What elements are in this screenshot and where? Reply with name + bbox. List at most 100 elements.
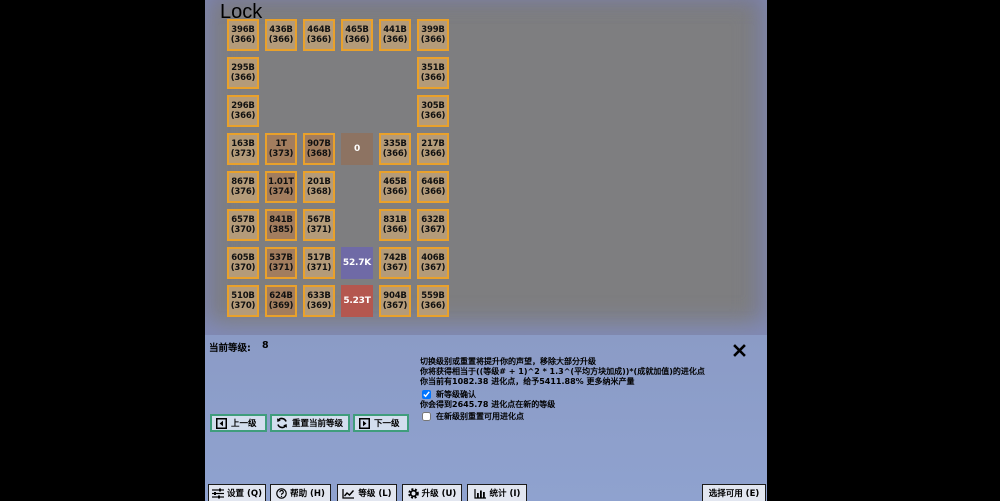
tile-value: 399B bbox=[421, 25, 445, 35]
tile[interactable]: 517B (371) bbox=[303, 247, 335, 279]
reset-points-row: 在新级别重置可用进化点 bbox=[420, 411, 705, 422]
tile-value: 464B bbox=[307, 25, 331, 35]
tile[interactable]: 335B (366) bbox=[379, 133, 411, 165]
tile-value: 201B bbox=[307, 177, 331, 187]
tile-value: 537B bbox=[269, 253, 293, 263]
nav-levels-label: 等级 (L) bbox=[358, 489, 392, 499]
empty-cell bbox=[303, 57, 335, 89]
tile[interactable]: 567B (371) bbox=[303, 209, 335, 241]
nav-levels-button[interactable]: 等级 (L) bbox=[337, 484, 397, 501]
tile[interactable]: 559B (366) bbox=[417, 285, 449, 317]
tile[interactable]: 441B (366) bbox=[379, 19, 411, 51]
tile[interactable]: 841B (385) bbox=[265, 209, 297, 241]
tile-value: 396B bbox=[231, 25, 255, 35]
help-icon bbox=[276, 487, 287, 499]
tile-level: (367) bbox=[382, 263, 408, 273]
tile[interactable]: 605B (370) bbox=[227, 247, 259, 279]
tile-level: (371) bbox=[306, 263, 332, 273]
tile-level: (366) bbox=[420, 111, 446, 121]
refresh-icon bbox=[277, 417, 287, 429]
nav-stats-label: 统计 (I) bbox=[489, 489, 521, 499]
nav-upgrades-button[interactable]: 升级 (U) bbox=[402, 484, 462, 501]
tile[interactable]: 633B (369) bbox=[303, 285, 335, 317]
bar-chart-icon bbox=[473, 488, 486, 499]
select-available-label: 选择可用 (E) bbox=[708, 489, 760, 499]
prev-level-icon bbox=[216, 417, 227, 429]
tile[interactable]: 52.7K bbox=[341, 247, 373, 279]
tile[interactable]: 537B (371) bbox=[265, 247, 297, 279]
tile-value: 904B bbox=[383, 291, 407, 301]
tile[interactable]: 742B (367) bbox=[379, 247, 411, 279]
tile-level: (366) bbox=[230, 35, 256, 45]
tile-value: 436B bbox=[269, 25, 293, 35]
tile-level: (370) bbox=[230, 301, 256, 311]
tile[interactable]: 1T (373) bbox=[265, 133, 297, 165]
tile-value: 907B bbox=[307, 139, 331, 149]
tile[interactable]: 436B (366) bbox=[265, 19, 297, 51]
tile[interactable]: 305B (366) bbox=[417, 95, 449, 127]
tile-value: 351B bbox=[421, 63, 445, 73]
tile[interactable]: 406B (367) bbox=[417, 247, 449, 279]
tile[interactable]: 201B (368) bbox=[303, 171, 335, 203]
close-icon[interactable] bbox=[733, 342, 746, 357]
tile[interactable]: 295B (366) bbox=[227, 57, 259, 89]
tile[interactable]: 831B (366) bbox=[379, 209, 411, 241]
tile[interactable]: 632B (367) bbox=[417, 209, 449, 241]
empty-cell bbox=[341, 95, 373, 127]
tile[interactable]: 163B (373) bbox=[227, 133, 259, 165]
gain-text: 你会得到2645.78 进化点在新的等级 bbox=[420, 400, 556, 409]
tile-level: (367) bbox=[420, 225, 446, 235]
tile[interactable]: 907B (368) bbox=[303, 133, 335, 165]
reset-level-button[interactable]: 重置当前等级 bbox=[270, 414, 350, 432]
tile[interactable]: 465B (366) bbox=[341, 19, 373, 51]
new-level-confirm-checkbox[interactable] bbox=[422, 390, 431, 399]
info-line: 你将获得相当于((等级# + 1)^2 * 1.3^(平均方块加成))*(成就加… bbox=[420, 367, 705, 376]
reset-points-checkbox[interactable] bbox=[422, 412, 431, 421]
select-available-button[interactable]: 选择可用 (E) bbox=[702, 484, 766, 501]
next-level-label: 下一级 bbox=[374, 419, 400, 429]
tile-level: (369) bbox=[306, 301, 332, 311]
tile[interactable]: 1.01T (374) bbox=[265, 171, 297, 203]
tile-value: 517B bbox=[307, 253, 331, 263]
tile-level: (366) bbox=[382, 187, 408, 197]
tile-value: 633B bbox=[307, 291, 331, 301]
tile-value: 441B bbox=[383, 25, 407, 35]
tile[interactable]: 646B (366) bbox=[417, 171, 449, 203]
tile-value: 510B bbox=[231, 291, 255, 301]
tile[interactable]: 217B (366) bbox=[417, 133, 449, 165]
new-level-confirm-row: 新等级确认 bbox=[420, 389, 705, 400]
tile-value: 305B bbox=[421, 101, 445, 111]
tile-value: 335B bbox=[383, 139, 407, 149]
tile-value: 624B bbox=[269, 291, 293, 301]
next-level-button[interactable]: 下一级 bbox=[353, 414, 409, 432]
tile-level: (366) bbox=[420, 73, 446, 83]
tile[interactable]: 510B (370) bbox=[227, 285, 259, 317]
current-level-label: 当前等级: bbox=[209, 343, 251, 354]
tile[interactable]: 904B (367) bbox=[379, 285, 411, 317]
tile[interactable]: 867B (376) bbox=[227, 171, 259, 203]
nav-settings-button[interactable]: 设置 (Q) bbox=[208, 484, 266, 501]
nav-stats-button[interactable]: 统计 (I) bbox=[467, 484, 527, 501]
tile-value: 742B bbox=[383, 253, 407, 263]
tile[interactable]: 296B (366) bbox=[227, 95, 259, 127]
tile[interactable]: 396B (366) bbox=[227, 19, 259, 51]
tile[interactable]: 5.23T bbox=[341, 285, 373, 317]
tile-value: 163B bbox=[231, 139, 255, 149]
tile[interactable]: 465B (366) bbox=[379, 171, 411, 203]
tile-level: (366) bbox=[268, 35, 294, 45]
tile[interactable]: 624B (369) bbox=[265, 285, 297, 317]
tile-level: (371) bbox=[268, 263, 294, 273]
prev-level-button[interactable]: 上一级 bbox=[210, 414, 267, 432]
reset-points-label: 在新级别重置可用进化点 bbox=[436, 411, 524, 421]
tile[interactable]: 399B (366) bbox=[417, 19, 449, 51]
tile-level: (373) bbox=[268, 149, 294, 159]
tile-level: (366) bbox=[420, 301, 446, 311]
tile[interactable]: 351B (366) bbox=[417, 57, 449, 89]
nav-help-label: 帮助 (H) bbox=[290, 489, 325, 499]
new-level-confirm-label: 新等级确认 bbox=[436, 389, 476, 399]
nav-help-button[interactable]: 帮助 (H) bbox=[270, 484, 331, 501]
tile[interactable]: 464B (366) bbox=[303, 19, 335, 51]
tile[interactable]: 0 bbox=[341, 133, 373, 165]
tile-level: (373) bbox=[230, 149, 256, 159]
tile[interactable]: 657B (370) bbox=[227, 209, 259, 241]
